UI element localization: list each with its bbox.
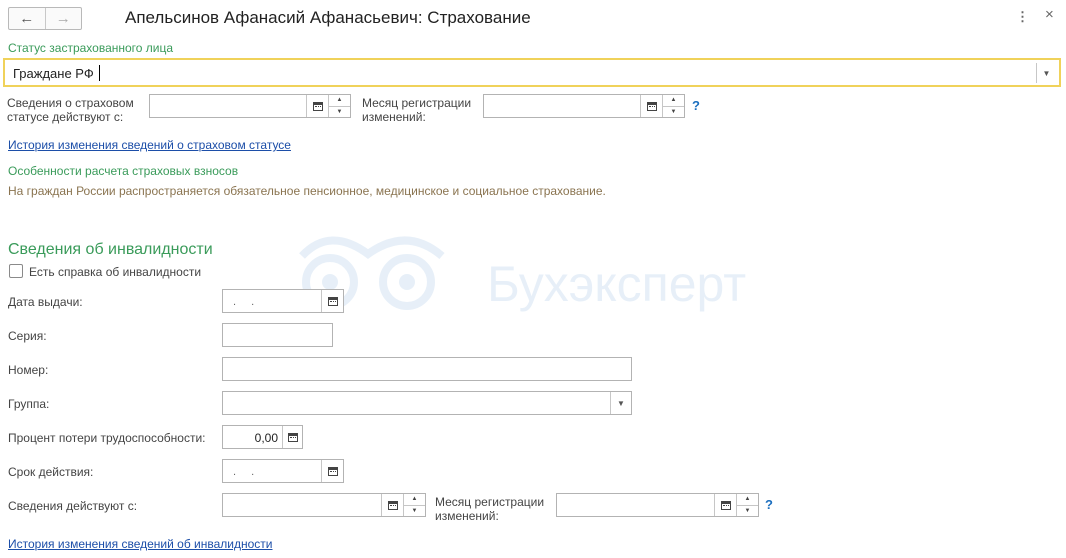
- spin-up-icon: ▲: [411, 496, 418, 503]
- spin-down-icon: ▼: [737, 504, 758, 517]
- watermark-text: Бухэксперт: [487, 256, 746, 312]
- percent-field[interactable]: 0,00: [222, 425, 303, 449]
- disability-heading: Сведения об инвалидности: [8, 241, 213, 258]
- nav-buttons: ← →: [8, 7, 82, 30]
- date-spinner[interactable]: ▲ ▼: [403, 494, 425, 516]
- spin-up-icon: ▲: [744, 496, 751, 503]
- spin-down-icon: ▼: [404, 504, 425, 517]
- calendar-button[interactable]: [321, 290, 343, 312]
- spin-down-icon: ▼: [329, 105, 350, 118]
- more-icon[interactable]: ⋮: [1016, 9, 1029, 25]
- spin-up-icon: ▲: [336, 97, 343, 104]
- insured-status-value: Граждане РФ: [13, 66, 94, 81]
- insured-status-label: Статус застрахованного лица: [8, 41, 174, 55]
- effective-date-input[interactable]: [223, 494, 381, 516]
- percent-input[interactable]: 0,00: [223, 426, 282, 448]
- effective-label: Сведения действуют с:: [8, 499, 138, 513]
- calendar-button[interactable]: [381, 494, 403, 516]
- series-label: Серия:: [8, 329, 47, 343]
- calculator-icon: [287, 432, 298, 442]
- calendar-icon: [720, 500, 731, 510]
- month-spinner[interactable]: ▲ ▼: [662, 95, 684, 117]
- status-reg-month-field[interactable]: ▲ ▼: [483, 94, 685, 118]
- calendar-icon: [387, 500, 398, 510]
- forward-arrow-icon: →: [55, 10, 71, 27]
- chevron-down-icon: ▼: [617, 398, 625, 408]
- watermark-logo: Бухэксперт: [299, 236, 746, 312]
- spin-up-icon: ▲: [670, 97, 677, 104]
- status-effective-date-field[interactable]: ▲ ▼: [149, 94, 351, 118]
- contrib-text: На граждан России распространяется обяза…: [8, 184, 606, 198]
- validity-date-input[interactable]: . .: [223, 460, 321, 482]
- dropdown-button[interactable]: ▼: [1036, 63, 1056, 83]
- group-select[interactable]: ▼: [222, 391, 632, 415]
- back-arrow-icon: ←: [19, 10, 35, 27]
- percent-label: Процент потери трудоспособности:: [8, 431, 206, 445]
- spin-down-icon: ▼: [663, 105, 684, 118]
- issue-date-label: Дата выдачи:: [8, 295, 83, 309]
- month-spinner[interactable]: ▲ ▼: [736, 494, 758, 516]
- group-label: Группа:: [8, 397, 50, 411]
- effective-date-field[interactable]: ▲ ▼: [222, 493, 426, 517]
- status-reg-month-label: Месяц регистрации изменений:: [362, 96, 472, 124]
- calendar-icon: [646, 101, 657, 111]
- has-certificate-checkbox[interactable]: [9, 264, 23, 278]
- insured-status-select[interactable]: Граждане РФ ▼: [3, 58, 1061, 87]
- chevron-down-icon: ▼: [1042, 68, 1051, 78]
- contrib-heading: Особенности расчета страховых взносов: [8, 164, 239, 178]
- validity-date-field[interactable]: . .: [222, 459, 344, 483]
- calendar-icon: [327, 296, 338, 306]
- validity-label: Срок действия:: [8, 465, 94, 479]
- back-button[interactable]: ←: [9, 8, 45, 29]
- issue-date-input[interactable]: . .: [223, 290, 321, 312]
- disability-history-link[interactable]: История изменения сведений об инвалиднос…: [8, 537, 273, 551]
- calendar-button[interactable]: [640, 95, 662, 117]
- status-effective-label: Сведения о страховом статусе действуют с:: [7, 96, 134, 124]
- page-title: Апельсинов Афанасий Афанасьевич: Страхов…: [125, 8, 531, 27]
- status-effective-date-input[interactable]: [150, 95, 306, 117]
- help-icon[interactable]: ?: [765, 497, 773, 512]
- calculator-button[interactable]: [282, 426, 302, 448]
- reg-month-input[interactable]: [557, 494, 714, 516]
- dropdown-button[interactable]: ▼: [610, 392, 631, 414]
- series-input[interactable]: [222, 323, 333, 347]
- calendar-icon: [327, 466, 338, 476]
- has-certificate-label: Есть справка об инвалидности: [29, 265, 202, 279]
- status-history-link[interactable]: История изменения сведений о страховом с…: [8, 138, 291, 152]
- forward-button[interactable]: →: [44, 8, 82, 29]
- calendar-icon: [312, 101, 323, 111]
- reg-month-field[interactable]: ▲ ▼: [556, 493, 759, 517]
- number-label: Номер:: [8, 363, 49, 377]
- calendar-button[interactable]: [321, 460, 343, 482]
- calendar-button[interactable]: [714, 494, 736, 516]
- status-reg-month-input[interactable]: [484, 95, 640, 117]
- reg-month-label: Месяц регистрации изменений:: [435, 495, 545, 523]
- text-cursor: [99, 65, 100, 81]
- help-icon[interactable]: ?: [692, 98, 700, 113]
- issue-date-field[interactable]: . .: [222, 289, 344, 313]
- number-input[interactable]: [222, 357, 632, 381]
- date-spinner[interactable]: ▲ ▼: [328, 95, 350, 117]
- close-icon[interactable]: ×: [1045, 6, 1054, 23]
- calendar-button[interactable]: [306, 95, 328, 117]
